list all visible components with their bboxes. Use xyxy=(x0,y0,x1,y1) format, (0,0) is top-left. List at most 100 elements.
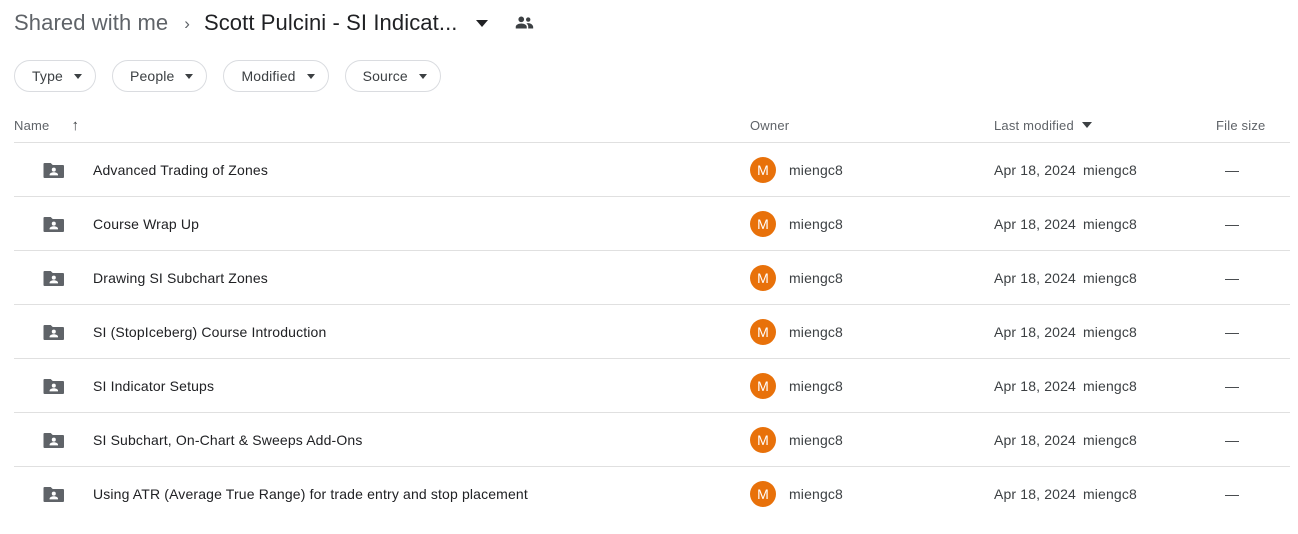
file-name-cell: Using ATR (Average True Range) for trade… xyxy=(14,482,750,506)
chevron-down-icon xyxy=(185,73,194,79)
chevron-down-icon xyxy=(306,73,315,79)
column-header-owner[interactable]: Owner xyxy=(750,118,994,133)
people-shared-icon[interactable] xyxy=(512,11,536,35)
shared-folder-icon xyxy=(43,432,64,448)
file-modified-by: miengc8 xyxy=(1082,215,1137,232)
file-modified-date: Apr 18, 2024 xyxy=(994,161,1076,178)
file-owner-label: miengc8 xyxy=(789,269,843,286)
file-modified-date: Apr 18, 2024 xyxy=(994,215,1076,232)
column-header-file-size-label: File size xyxy=(1216,117,1266,133)
avatar: M xyxy=(750,372,776,399)
file-modified-cell: Apr 18, 2024 miengc8 xyxy=(994,432,1216,448)
file-name-label: Drawing SI Subchart Zones xyxy=(93,269,268,286)
breadcrumb-separator-icon: › xyxy=(184,13,190,33)
shared-folder-icon xyxy=(43,270,64,286)
file-size-label: — xyxy=(1225,485,1239,502)
filter-chip-source-label: Source xyxy=(362,68,408,84)
table-row[interactable]: Using ATR (Average True Range) for trade… xyxy=(14,466,1290,520)
file-size-label: — xyxy=(1225,431,1239,448)
caret-down-icon xyxy=(1081,122,1092,128)
file-size-cell: — xyxy=(1216,270,1290,286)
file-owner-label: miengc8 xyxy=(789,431,843,448)
file-modified-date: Apr 18, 2024 xyxy=(994,377,1076,394)
shared-folder-icon xyxy=(43,486,64,502)
breadcrumb: Shared with me › Scott Pulcini - SI Indi… xyxy=(0,0,1298,46)
avatar: M xyxy=(750,480,776,507)
table-row[interactable]: Course Wrap Up M miengc8 Apr 18, 2024 mi… xyxy=(14,196,1290,250)
file-owner-cell: M miengc8 xyxy=(750,264,994,291)
file-owner-label: miengc8 xyxy=(789,215,843,232)
chevron-down-icon[interactable] xyxy=(475,19,488,27)
file-name-label: Advanced Trading of Zones xyxy=(93,161,268,178)
avatar: M xyxy=(750,264,776,291)
file-size-label: — xyxy=(1225,377,1239,394)
file-size-label: — xyxy=(1225,269,1239,286)
file-name-cell: Drawing SI Subchart Zones xyxy=(14,266,750,290)
file-size-label: — xyxy=(1225,161,1239,178)
table-row[interactable]: Advanced Trading of Zones M miengc8 Apr … xyxy=(14,142,1290,196)
shared-folder-icon xyxy=(43,162,64,178)
file-list-table: Name ↑ Owner Last modified File size Adv… xyxy=(0,108,1298,520)
breadcrumb-parent-link[interactable]: Shared with me xyxy=(14,10,168,36)
file-owner-cell: M miengc8 xyxy=(750,426,994,453)
column-header-name[interactable]: Name ↑ xyxy=(14,118,750,133)
filter-chip-type[interactable]: Type xyxy=(14,60,96,92)
filter-chip-bar: Type People Modified Source xyxy=(0,46,1298,96)
file-modified-cell: Apr 18, 2024 miengc8 xyxy=(994,324,1216,340)
file-size-cell: — xyxy=(1216,324,1290,340)
file-owner-cell: M miengc8 xyxy=(750,156,994,183)
file-modified-date: Apr 18, 2024 xyxy=(994,431,1076,448)
filter-chip-type-label: Type xyxy=(32,68,63,84)
file-size-label: — xyxy=(1225,323,1239,340)
table-row[interactable]: Drawing SI Subchart Zones M miengc8 Apr … xyxy=(14,250,1290,304)
file-size-cell: — xyxy=(1216,378,1290,394)
avatar: M xyxy=(750,318,776,345)
file-owner-cell: M miengc8 xyxy=(750,480,994,507)
column-header-last-modified[interactable]: Last modified xyxy=(994,118,1216,133)
file-name-label: Course Wrap Up xyxy=(93,215,200,232)
column-header-owner-label: Owner xyxy=(750,117,790,133)
filter-chip-modified-label: Modified xyxy=(241,68,296,84)
file-modified-date: Apr 18, 2024 xyxy=(994,485,1076,502)
file-modified-by: miengc8 xyxy=(1082,323,1137,340)
file-owner-cell: M miengc8 xyxy=(750,210,994,237)
file-name-label: Using ATR (Average True Range) for trade… xyxy=(93,485,528,502)
file-modified-by: miengc8 xyxy=(1082,377,1137,394)
column-header-last-modified-label: Last modified xyxy=(994,117,1074,133)
file-owner-cell: M miengc8 xyxy=(750,318,994,345)
filter-chip-people[interactable]: People xyxy=(111,60,208,92)
file-owner-label: miengc8 xyxy=(789,323,843,340)
arrow-up-icon: ↑ xyxy=(71,116,79,134)
file-name-label: SI (StopIceberg) Course Introduction xyxy=(93,323,327,340)
shared-folder-icon xyxy=(43,324,64,340)
file-name-cell: Advanced Trading of Zones xyxy=(14,158,750,182)
file-modified-by: miengc8 xyxy=(1082,161,1137,178)
chevron-down-icon xyxy=(418,73,427,79)
table-row[interactable]: SI Indicator Setups M miengc8 Apr 18, 20… xyxy=(14,358,1290,412)
file-name-cell: Course Wrap Up xyxy=(14,212,750,236)
file-modified-date: Apr 18, 2024 xyxy=(994,323,1076,340)
breadcrumb-current-folder[interactable]: Scott Pulcini - SI Indicat... xyxy=(204,10,458,36)
file-modified-by: miengc8 xyxy=(1082,269,1137,286)
file-owner-label: miengc8 xyxy=(789,377,843,394)
file-name-label: SI Indicator Setups xyxy=(93,377,215,394)
file-modified-cell: Apr 18, 2024 miengc8 xyxy=(994,162,1216,178)
chevron-down-icon xyxy=(73,73,82,79)
filter-chip-modified[interactable]: Modified xyxy=(223,60,329,92)
table-row[interactable]: SI Subchart, On-Chart & Sweeps Add-Ons M… xyxy=(14,412,1290,466)
column-header-name-label: Name xyxy=(14,117,50,133)
file-name-cell: SI Subchart, On-Chart & Sweeps Add-Ons xyxy=(14,428,750,452)
file-modified-cell: Apr 18, 2024 miengc8 xyxy=(994,270,1216,286)
file-size-label: — xyxy=(1225,215,1239,232)
filter-chip-people-label: People xyxy=(129,68,175,84)
shared-folder-icon xyxy=(43,216,64,232)
file-size-cell: — xyxy=(1216,216,1290,232)
filter-chip-source[interactable]: Source xyxy=(344,60,441,92)
avatar: M xyxy=(750,426,776,453)
column-header-file-size[interactable]: File size xyxy=(1216,118,1290,133)
table-row[interactable]: SI (StopIceberg) Course Introduction M m… xyxy=(14,304,1290,358)
file-modified-cell: Apr 18, 2024 miengc8 xyxy=(994,486,1216,502)
avatar: M xyxy=(750,156,776,183)
table-header-row: Name ↑ Owner Last modified File size xyxy=(14,108,1290,142)
file-modified-cell: Apr 18, 2024 miengc8 xyxy=(994,378,1216,394)
